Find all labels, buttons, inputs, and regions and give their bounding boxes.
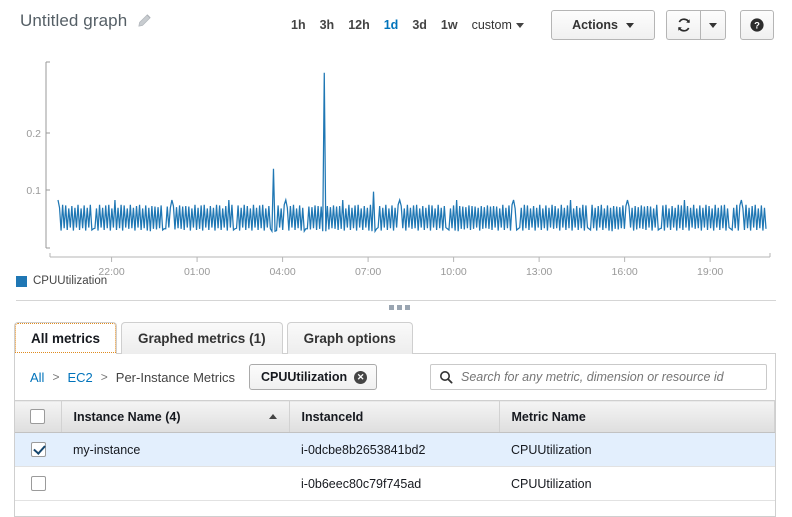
row-checkbox[interactable] — [31, 476, 46, 491]
legend-label[interactable]: CPUUtilization — [33, 275, 107, 287]
column-header-instance-name[interactable]: Instance Name (4) — [61, 401, 289, 433]
column-label: Instance Name (4) — [74, 410, 181, 424]
select-all-header[interactable] — [15, 401, 61, 433]
all-metrics-panel: All > EC2 > Per-Instance Metrics CPUUtil… — [14, 354, 776, 517]
breadcrumb-item-per-instance-metrics: Per-Instance Metrics — [116, 370, 235, 385]
row-select-cell[interactable] — [15, 467, 61, 501]
chevron-down-icon — [626, 23, 634, 28]
chart-canvas[interactable]: 0.1 0.2 22:0001:0004:0007:0010:0013:0016… — [0, 48, 792, 300]
cpu-utilization-line — [58, 73, 766, 231]
breadcrumb-separator: > — [52, 370, 59, 384]
x-tick-label: 01:00 — [184, 266, 210, 278]
search-icon — [439, 370, 453, 384]
time-range-1h[interactable]: 1h — [284, 16, 313, 34]
resize-handle[interactable] — [389, 305, 410, 310]
tab-label: Graphed metrics (1) — [138, 331, 266, 346]
handle-dot — [389, 305, 394, 310]
actions-button-label: Actions — [572, 18, 618, 32]
cell-instance-name: my-instance — [61, 433, 289, 467]
refresh-button[interactable] — [666, 10, 700, 40]
search-input[interactable] — [453, 369, 766, 385]
tab-label: Graph options — [304, 331, 396, 346]
search-box[interactable] — [430, 364, 767, 390]
tab-label: All metrics — [31, 331, 100, 346]
close-icon[interactable]: ✕ — [354, 371, 367, 384]
time-range-1w[interactable]: 1w — [434, 16, 465, 34]
cell-instance-id: i-0b6eec80c79f745ad — [289, 467, 499, 501]
table-row[interactable]: my-instance i-0dcbe8b2653841bd2 CPUUtili… — [15, 433, 775, 467]
graph-title-group: Untitled graph — [20, 11, 152, 31]
x-axis-ticks: 22:0001:0004:0007:0010:0013:0016:0019:00 — [98, 257, 723, 278]
filter-chip-label: CPUUtilization — [261, 370, 347, 384]
time-range-3d[interactable]: 3d — [405, 16, 434, 34]
refresh-button-group[interactable] — [666, 10, 726, 40]
y-tick-label: 0.2 — [26, 128, 41, 140]
tab-graphed-metrics[interactable]: Graphed metrics (1) — [121, 322, 283, 354]
column-header-instance-id[interactable]: InstanceId — [289, 401, 499, 433]
legend-color-swatch — [16, 276, 27, 287]
metrics-table: Instance Name (4) InstanceId Metric Name — [15, 400, 775, 501]
tab-graph-options[interactable]: Graph options — [287, 322, 413, 354]
refresh-icon — [676, 17, 692, 33]
help-icon: ? — [749, 17, 765, 33]
pencil-icon[interactable] — [136, 13, 152, 29]
breadcrumb-item-all[interactable]: All — [30, 370, 44, 385]
help-button[interactable]: ? — [740, 10, 774, 40]
table-header-row: Instance Name (4) InstanceId Metric Name — [15, 401, 775, 433]
time-range-1d[interactable]: 1d — [377, 16, 406, 34]
handle-dot — [405, 305, 410, 310]
graph-header: Untitled graph 1h 3h 12h 1d 3d 1w custom… — [0, 0, 792, 48]
handle-dot — [397, 305, 402, 310]
actions-button[interactable]: Actions — [551, 10, 655, 40]
cell-instance-name — [61, 467, 289, 501]
x-tick-label: 04:00 — [269, 266, 295, 278]
select-all-checkbox[interactable] — [30, 409, 45, 424]
metrics-tabs[interactable]: All metrics Graphed metrics (1) Graph op… — [14, 322, 417, 354]
y-tick-label: 0.1 — [26, 185, 41, 197]
chevron-down-icon[interactable] — [516, 23, 524, 28]
time-range-12h[interactable]: 12h — [341, 16, 377, 34]
cell-metric-name: CPUUtilization — [499, 467, 775, 501]
x-tick-label: 10:00 — [440, 266, 466, 278]
panel-divider — [16, 300, 776, 301]
time-range-custom[interactable]: custom — [465, 16, 515, 34]
chart-legend[interactable]: CPUUtilization — [16, 275, 107, 287]
time-range-3h[interactable]: 3h — [313, 16, 342, 34]
x-tick-label: 07:00 — [355, 266, 381, 278]
filter-chip-cpuutilization[interactable]: CPUUtilization ✕ — [249, 364, 377, 390]
cell-metric-name: CPUUtilization — [499, 433, 775, 467]
svg-text:?: ? — [754, 21, 760, 32]
x-tick-label: 16:00 — [611, 266, 637, 278]
sort-ascending-icon — [269, 414, 277, 419]
tab-all-metrics[interactable]: All metrics — [14, 322, 117, 354]
breadcrumb-item-ec2[interactable]: EC2 — [67, 370, 92, 385]
breadcrumb-separator: > — [101, 370, 108, 384]
chevron-down-icon — [709, 23, 717, 28]
metric-chart[interactable]: 0.1 0.2 22:0001:0004:0007:0010:0013:0016… — [0, 48, 792, 300]
x-tick-label: 19:00 — [697, 266, 723, 278]
cell-instance-id: i-0dcbe8b2653841bd2 — [289, 433, 499, 467]
page-title: Untitled graph — [20, 11, 127, 31]
time-range-selector[interactable]: 1h 3h 12h 1d 3d 1w custom — [284, 16, 528, 34]
refresh-options-button[interactable] — [700, 10, 726, 40]
column-label: InstanceId — [302, 410, 364, 424]
table-header: Instance Name (4) InstanceId Metric Name — [15, 401, 775, 433]
row-select-cell[interactable] — [15, 433, 61, 467]
column-label: Metric Name — [512, 410, 586, 424]
row-checkbox[interactable] — [31, 442, 46, 457]
table-row[interactable]: i-0b6eec80c79f745ad CPUUtilization — [15, 467, 775, 501]
table-body: my-instance i-0dcbe8b2653841bd2 CPUUtili… — [15, 433, 775, 501]
chart-axes: 0.1 0.2 22:0001:0004:0007:0010:0013:0016… — [26, 62, 770, 278]
x-tick-label: 13:00 — [526, 266, 552, 278]
column-header-metric-name[interactable]: Metric Name — [499, 401, 775, 433]
